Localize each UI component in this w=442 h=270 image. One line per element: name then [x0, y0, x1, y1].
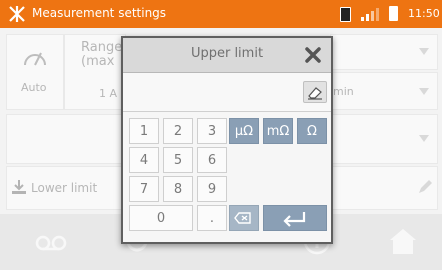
key-6[interactable]: 6 — [197, 147, 227, 173]
screen-title: Measurement settings — [32, 6, 167, 20]
clock: 11:50 — [408, 7, 440, 20]
key-5[interactable]: 5 — [163, 147, 193, 173]
key-micro-ohm[interactable]: µΩ — [229, 118, 259, 144]
key-9[interactable]: 9 — [197, 176, 227, 202]
key-2[interactable]: 2 — [163, 118, 193, 144]
upper-limit-dialog: Upper limit 1 2 3 µΩ mΩ Ω 4 5 6 7 8 9 0 … — [121, 36, 333, 244]
close-icon[interactable] — [299, 41, 327, 69]
eraser-icon[interactable] — [303, 81, 327, 103]
key-4[interactable]: 4 — [129, 147, 159, 173]
key-milli-ohm[interactable]: mΩ — [263, 118, 293, 144]
app-logo-icon — [9, 6, 25, 22]
key-3[interactable]: 3 — [197, 118, 227, 144]
signal-icon — [361, 8, 379, 21]
status-bar: Measurement settings 11:50 — [0, 0, 442, 28]
battery-icon — [389, 6, 398, 21]
sd-card-icon — [340, 7, 351, 22]
key-7[interactable]: 7 — [129, 176, 159, 202]
enter-key[interactable] — [263, 205, 327, 231]
key-1[interactable]: 1 — [129, 118, 159, 144]
backspace-key[interactable] — [229, 205, 259, 231]
backspace-icon — [234, 212, 251, 224]
value-display — [123, 73, 331, 112]
key-0[interactable]: 0 — [129, 205, 193, 231]
key-dot[interactable]: . — [197, 205, 227, 231]
key-8[interactable]: 8 — [163, 176, 193, 202]
key-ohm[interactable]: Ω — [297, 118, 327, 144]
enter-icon — [283, 212, 306, 227]
